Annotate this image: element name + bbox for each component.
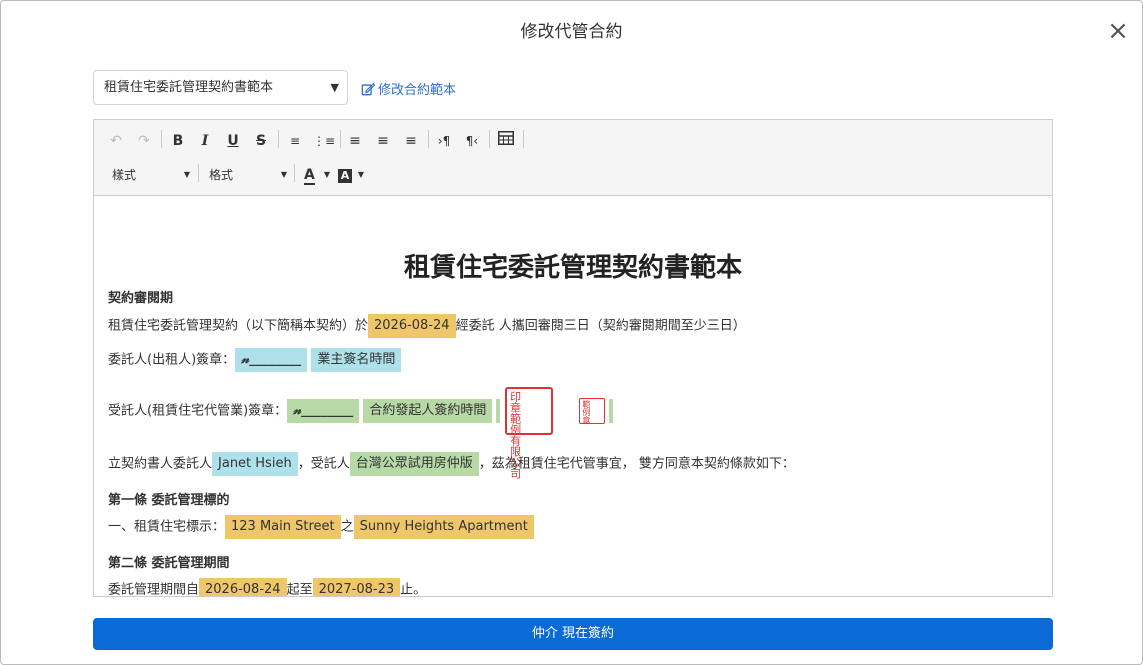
consignor-signature[interactable]: 𝓃________: [235, 348, 308, 372]
agent-signature[interactable]: 𝓃________: [287, 399, 360, 423]
company-seal: 印章範例有限公司: [504, 387, 553, 479]
parties-text: 立契約書人委託人: [108, 456, 213, 472]
person-seal: 範例章: [578, 398, 605, 424]
template-select-value: 租賃住宅委託管理契約書範本: [104, 80, 274, 95]
text-color-icon[interactable]: A ▼: [304, 164, 330, 186]
agent-sign-row: 受託人(租賃住宅代管業)簽章： 𝓃________ 合約發起人簽約時間 印章範例有…: [108, 387, 614, 479]
toolbar-divider: [428, 130, 429, 148]
style-dropdown[interactable]: 樣式 ▼: [112, 164, 190, 186]
document-title: 租賃住宅委託管理契約書範本: [403, 253, 742, 283]
review-text: 經委託 人攜回審閱三日（契約審閱期間至少三日）: [455, 318, 746, 334]
article2-heading: 第二條 委託管理期間: [108, 556, 230, 571]
align-center-icon[interactable]: ≡: [373, 130, 393, 152]
review-text: 租賃住宅委託管理契約（以下簡稱本契約）於: [108, 318, 369, 334]
contract-modal: 修改代管合約 × 租賃住宅委託管理契約書範本 ▼ 修改合約範本 ↶ ↷ B I …: [0, 0, 1143, 665]
article1-text: 之: [340, 519, 354, 535]
consignor-name-field[interactable]: Janet Hsieh: [212, 452, 298, 476]
caret-down-icon: ▼: [280, 170, 287, 179]
start-date-field[interactable]: 2026-08-24: [199, 578, 287, 596]
article1-paragraph: 一、租賃住宅標示： 123 Main Street 之 Sunny Heights A…: [108, 515, 534, 539]
editor-content[interactable]: 租賃住宅委託管理契約書範本 契約審閱期 租賃住宅委託管理契約（以下簡稱本契約）於…: [94, 197, 1052, 596]
format-dropdown-label: 格式: [209, 168, 234, 182]
toolbar-divider: [340, 130, 341, 148]
modal-title: 修改代管合約: [520, 22, 623, 42]
parties-text: ，茲為租賃住宅代管事宜， 雙方同意本契約條款如下：: [478, 456, 795, 472]
toolbar-divider: [278, 130, 279, 148]
consignor-sign-time[interactable]: 業主簽名時間: [311, 348, 402, 372]
style-dropdown-label: 樣式: [112, 168, 137, 182]
undo-icon[interactable]: ↶: [106, 130, 126, 152]
table-icon[interactable]: [495, 130, 517, 152]
article1-heading: 第一條 委託管理標的: [108, 493, 230, 508]
agent-label: 受託人(租賃住宅代管業)簽章：: [108, 403, 288, 419]
address-field[interactable]: 123 Main Street: [225, 515, 341, 539]
article2-text: 止。: [400, 582, 427, 597]
article2-paragraph: 委託管理期間自 2026-08-24 起至 2027-08-23 止。: [108, 578, 426, 596]
template-select[interactable]: 租賃住宅委託管理契約書範本 ▼: [93, 70, 348, 105]
background-color-icon[interactable]: A ▼: [338, 164, 364, 186]
toolbar-divider: [489, 130, 490, 148]
review-heading: 契約審閱期: [108, 291, 174, 306]
parties-paragraph: 立契約書人委託人 Janet Hsieh ，受託人 台灣公眾試用房仲版 ，茲為租賃住宅代…: [108, 452, 795, 476]
toolbar-divider: [523, 130, 524, 148]
redo-icon[interactable]: ↷: [134, 130, 154, 152]
review-paragraph: 租賃住宅委託管理契約（以下簡稱本契約）於 2026-08-24 經委託 人攜回審閱三…: [108, 314, 746, 338]
unordered-list-icon[interactable]: ⋮≡: [313, 130, 335, 152]
rtl-icon[interactable]: ¶‹: [462, 130, 482, 152]
article2-text: 委託管理期間自: [108, 582, 200, 597]
edit-icon: [361, 82, 376, 96]
underline-icon[interactable]: U: [223, 130, 243, 152]
close-icon[interactable]: ×: [1106, 18, 1130, 44]
format-dropdown[interactable]: 格式 ▼: [209, 164, 287, 186]
italic-icon[interactable]: I: [195, 130, 215, 152]
chevron-down-icon: ▼: [330, 81, 339, 94]
toolbar-divider: [161, 130, 162, 148]
bold-icon[interactable]: B: [168, 130, 188, 152]
review-date-field[interactable]: 2026-08-24: [368, 314, 456, 338]
article1-text: 一、租賃住宅標示：: [108, 519, 226, 535]
edit-template-label: 修改合約範本: [378, 83, 457, 98]
align-right-icon[interactable]: ≡: [401, 130, 421, 152]
consignor-label: 委託人(出租人)簽章：: [108, 352, 236, 368]
toolbar-divider: [294, 164, 295, 182]
editor-toolbar: ↶ ↷ B I U S ≡ ⋮≡ ≡ ≡ ≡ ›¶ ¶‹ 樣式 ▼ 格式 ▼ A…: [94, 120, 1052, 196]
ordered-list-icon[interactable]: ≡: [285, 130, 305, 152]
sign-now-button[interactable]: 仲介 現在簽約: [93, 618, 1053, 650]
caret-down-icon: ▼: [183, 170, 190, 179]
strikethrough-icon[interactable]: S: [251, 130, 271, 152]
align-left-icon[interactable]: ≡: [345, 130, 365, 152]
toolbar-divider: [198, 164, 199, 182]
agent-sign-time[interactable]: 合約發起人簽約時間: [363, 399, 493, 423]
edit-template-link[interactable]: 修改合約範本: [361, 79, 456, 98]
agent-name-field[interactable]: 台灣公眾試用房仲版: [349, 452, 479, 476]
contract-editor: ↶ ↷ B I U S ≡ ⋮≡ ≡ ≡ ≡ ›¶ ¶‹ 樣式 ▼ 格式 ▼ A…: [93, 119, 1053, 597]
building-field[interactable]: Sunny Heights Apartment: [353, 515, 534, 539]
parties-text: ，受託人: [297, 456, 350, 472]
consignor-sign-row: 委託人(出租人)簽章： 𝓃________ 業主簽名時間: [108, 348, 402, 372]
ltr-icon[interactable]: ›¶: [434, 130, 454, 152]
article2-text: 起至: [286, 582, 313, 597]
end-date-field[interactable]: 2027-08-23: [312, 578, 401, 596]
